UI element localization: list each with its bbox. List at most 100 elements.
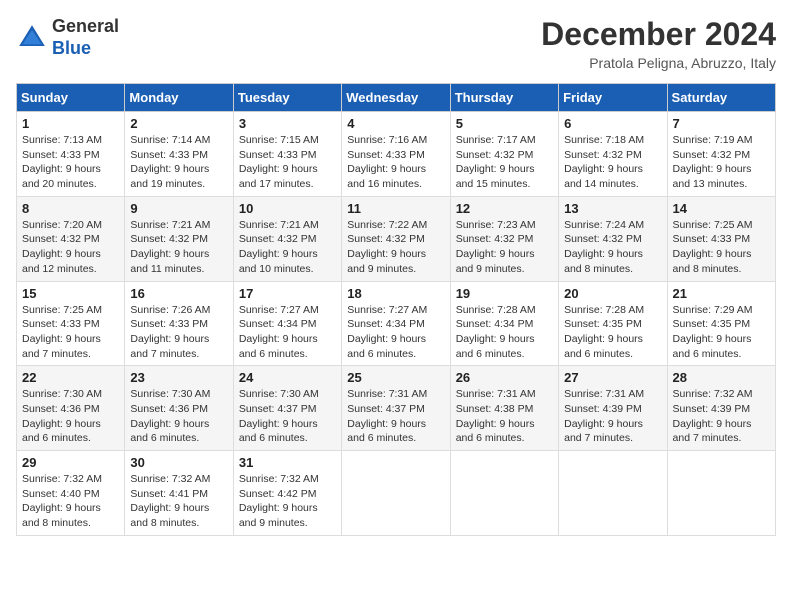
day-info: Sunrise: 7:31 AM Sunset: 4:39 PM Dayligh… (564, 387, 661, 446)
day-number: 6 (564, 116, 661, 131)
day-info: Sunrise: 7:21 AM Sunset: 4:32 PM Dayligh… (130, 218, 227, 277)
calendar-cell: 24 Sunrise: 7:30 AM Sunset: 4:37 PM Dayl… (233, 366, 341, 451)
calendar-cell: 3 Sunrise: 7:15 AM Sunset: 4:33 PM Dayli… (233, 112, 341, 197)
calendar-week-3: 15 Sunrise: 7:25 AM Sunset: 4:33 PM Dayl… (17, 281, 776, 366)
calendar-header-wednesday: Wednesday (342, 84, 450, 112)
day-number: 29 (22, 455, 119, 470)
day-number: 11 (347, 201, 444, 216)
day-info: Sunrise: 7:30 AM Sunset: 4:36 PM Dayligh… (130, 387, 227, 446)
calendar-cell: 7 Sunrise: 7:19 AM Sunset: 4:32 PM Dayli… (667, 112, 775, 197)
day-info: Sunrise: 7:17 AM Sunset: 4:32 PM Dayligh… (456, 133, 553, 192)
calendar-cell: 12 Sunrise: 7:23 AM Sunset: 4:32 PM Dayl… (450, 196, 558, 281)
page-header: General Blue December 2024 Pratola Pelig… (16, 16, 776, 71)
day-info: Sunrise: 7:31 AM Sunset: 4:37 PM Dayligh… (347, 387, 444, 446)
day-number: 14 (673, 201, 770, 216)
day-number: 31 (239, 455, 336, 470)
day-number: 19 (456, 286, 553, 301)
day-info: Sunrise: 7:27 AM Sunset: 4:34 PM Dayligh… (347, 303, 444, 362)
calendar-body: 1 Sunrise: 7:13 AM Sunset: 4:33 PM Dayli… (17, 112, 776, 536)
day-number: 18 (347, 286, 444, 301)
calendar-week-5: 29 Sunrise: 7:32 AM Sunset: 4:40 PM Dayl… (17, 451, 776, 536)
day-info: Sunrise: 7:30 AM Sunset: 4:36 PM Dayligh… (22, 387, 119, 446)
calendar-cell: 8 Sunrise: 7:20 AM Sunset: 4:32 PM Dayli… (17, 196, 125, 281)
day-info: Sunrise: 7:24 AM Sunset: 4:32 PM Dayligh… (564, 218, 661, 277)
day-number: 30 (130, 455, 227, 470)
calendar-table: SundayMondayTuesdayWednesdayThursdayFrid… (16, 83, 776, 536)
day-info: Sunrise: 7:28 AM Sunset: 4:35 PM Dayligh… (564, 303, 661, 362)
day-number: 17 (239, 286, 336, 301)
day-number: 25 (347, 370, 444, 385)
location: Pratola Peligna, Abruzzo, Italy (541, 55, 776, 71)
day-info: Sunrise: 7:26 AM Sunset: 4:33 PM Dayligh… (130, 303, 227, 362)
calendar-cell: 20 Sunrise: 7:28 AM Sunset: 4:35 PM Dayl… (559, 281, 667, 366)
calendar-cell: 9 Sunrise: 7:21 AM Sunset: 4:32 PM Dayli… (125, 196, 233, 281)
calendar-cell: 22 Sunrise: 7:30 AM Sunset: 4:36 PM Dayl… (17, 366, 125, 451)
day-number: 21 (673, 286, 770, 301)
calendar-week-2: 8 Sunrise: 7:20 AM Sunset: 4:32 PM Dayli… (17, 196, 776, 281)
day-number: 23 (130, 370, 227, 385)
day-number: 27 (564, 370, 661, 385)
day-info: Sunrise: 7:22 AM Sunset: 4:32 PM Dayligh… (347, 218, 444, 277)
day-info: Sunrise: 7:15 AM Sunset: 4:33 PM Dayligh… (239, 133, 336, 192)
day-number: 9 (130, 201, 227, 216)
day-info: Sunrise: 7:18 AM Sunset: 4:32 PM Dayligh… (564, 133, 661, 192)
day-number: 5 (456, 116, 553, 131)
calendar-cell (450, 451, 558, 536)
calendar-cell: 17 Sunrise: 7:27 AM Sunset: 4:34 PM Dayl… (233, 281, 341, 366)
calendar-week-1: 1 Sunrise: 7:13 AM Sunset: 4:33 PM Dayli… (17, 112, 776, 197)
day-number: 24 (239, 370, 336, 385)
month-title: December 2024 (541, 16, 776, 53)
calendar-cell: 21 Sunrise: 7:29 AM Sunset: 4:35 PM Dayl… (667, 281, 775, 366)
calendar-cell: 6 Sunrise: 7:18 AM Sunset: 4:32 PM Dayli… (559, 112, 667, 197)
calendar-cell: 26 Sunrise: 7:31 AM Sunset: 4:38 PM Dayl… (450, 366, 558, 451)
calendar-cell: 11 Sunrise: 7:22 AM Sunset: 4:32 PM Dayl… (342, 196, 450, 281)
day-info: Sunrise: 7:28 AM Sunset: 4:34 PM Dayligh… (456, 303, 553, 362)
day-info: Sunrise: 7:30 AM Sunset: 4:37 PM Dayligh… (239, 387, 336, 446)
day-info: Sunrise: 7:20 AM Sunset: 4:32 PM Dayligh… (22, 218, 119, 277)
calendar-cell: 15 Sunrise: 7:25 AM Sunset: 4:33 PM Dayl… (17, 281, 125, 366)
day-number: 15 (22, 286, 119, 301)
day-info: Sunrise: 7:16 AM Sunset: 4:33 PM Dayligh… (347, 133, 444, 192)
calendar-cell: 13 Sunrise: 7:24 AM Sunset: 4:32 PM Dayl… (559, 196, 667, 281)
logo: General Blue (16, 16, 119, 59)
calendar-cell: 18 Sunrise: 7:27 AM Sunset: 4:34 PM Dayl… (342, 281, 450, 366)
calendar-cell: 23 Sunrise: 7:30 AM Sunset: 4:36 PM Dayl… (125, 366, 233, 451)
day-info: Sunrise: 7:21 AM Sunset: 4:32 PM Dayligh… (239, 218, 336, 277)
day-info: Sunrise: 7:25 AM Sunset: 4:33 PM Dayligh… (22, 303, 119, 362)
calendar-cell: 10 Sunrise: 7:21 AM Sunset: 4:32 PM Dayl… (233, 196, 341, 281)
calendar-header-monday: Monday (125, 84, 233, 112)
day-info: Sunrise: 7:19 AM Sunset: 4:32 PM Dayligh… (673, 133, 770, 192)
calendar-cell: 31 Sunrise: 7:32 AM Sunset: 4:42 PM Dayl… (233, 451, 341, 536)
day-number: 22 (22, 370, 119, 385)
calendar-header-tuesday: Tuesday (233, 84, 341, 112)
calendar-header-thursday: Thursday (450, 84, 558, 112)
calendar-cell (667, 451, 775, 536)
day-number: 10 (239, 201, 336, 216)
day-info: Sunrise: 7:13 AM Sunset: 4:33 PM Dayligh… (22, 133, 119, 192)
day-number: 1 (22, 116, 119, 131)
day-info: Sunrise: 7:23 AM Sunset: 4:32 PM Dayligh… (456, 218, 553, 277)
calendar-cell: 1 Sunrise: 7:13 AM Sunset: 4:33 PM Dayli… (17, 112, 125, 197)
calendar-cell: 29 Sunrise: 7:32 AM Sunset: 4:40 PM Dayl… (17, 451, 125, 536)
title-block: December 2024 Pratola Peligna, Abruzzo, … (541, 16, 776, 71)
calendar-cell: 28 Sunrise: 7:32 AM Sunset: 4:39 PM Dayl… (667, 366, 775, 451)
day-info: Sunrise: 7:14 AM Sunset: 4:33 PM Dayligh… (130, 133, 227, 192)
day-number: 28 (673, 370, 770, 385)
day-number: 12 (456, 201, 553, 216)
calendar-cell: 2 Sunrise: 7:14 AM Sunset: 4:33 PM Dayli… (125, 112, 233, 197)
calendar-header-sunday: Sunday (17, 84, 125, 112)
calendar-cell: 19 Sunrise: 7:28 AM Sunset: 4:34 PM Dayl… (450, 281, 558, 366)
day-info: Sunrise: 7:31 AM Sunset: 4:38 PM Dayligh… (456, 387, 553, 446)
calendar-cell (559, 451, 667, 536)
day-number: 13 (564, 201, 661, 216)
day-info: Sunrise: 7:25 AM Sunset: 4:33 PM Dayligh… (673, 218, 770, 277)
logo-text: General Blue (52, 16, 119, 59)
day-number: 2 (130, 116, 227, 131)
calendar-header-saturday: Saturday (667, 84, 775, 112)
calendar-cell: 4 Sunrise: 7:16 AM Sunset: 4:33 PM Dayli… (342, 112, 450, 197)
day-number: 7 (673, 116, 770, 131)
day-number: 26 (456, 370, 553, 385)
day-number: 8 (22, 201, 119, 216)
calendar-cell: 27 Sunrise: 7:31 AM Sunset: 4:39 PM Dayl… (559, 366, 667, 451)
logo-icon (16, 22, 48, 54)
